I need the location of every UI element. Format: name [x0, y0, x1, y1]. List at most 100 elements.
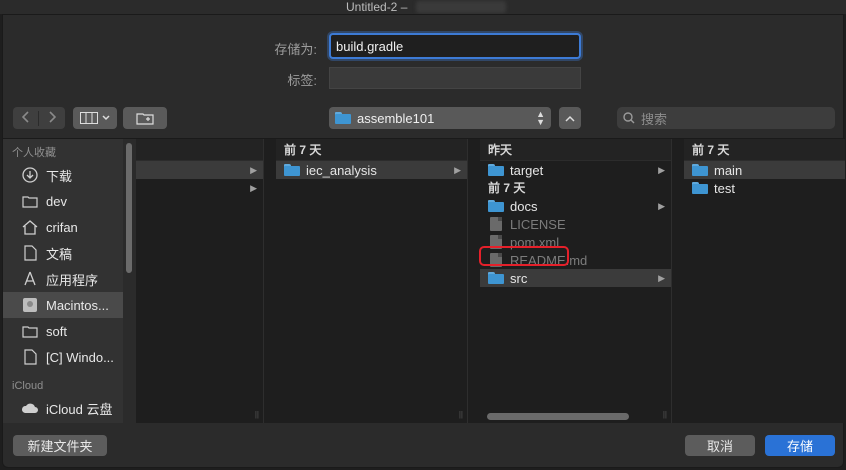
folder-icon — [692, 164, 708, 176]
search-placeholder: 搜索 — [641, 111, 668, 127]
folder-icon — [335, 112, 351, 124]
folder-badge-icon — [136, 113, 154, 125]
item-label: docs — [510, 198, 538, 214]
sidebar-item-macintosh[interactable]: Macintos... — [3, 292, 123, 318]
title-redacted — [416, 1, 506, 13]
sidebar-item-dev[interactable]: dev — [3, 188, 123, 214]
list-item[interactable]: main — [684, 161, 845, 179]
column-header: 昨天 — [480, 139, 671, 161]
file-icon — [490, 217, 502, 231]
folder-icon — [21, 322, 39, 340]
folder-icon — [692, 182, 708, 194]
chevron-right-icon: ▶ — [658, 164, 665, 175]
resize-grip-icon[interactable]: || — [255, 410, 259, 419]
download-icon — [21, 166, 39, 184]
columns-view-icon — [80, 112, 98, 124]
list-item[interactable]: ▶ — [136, 161, 263, 179]
column-header: 前 7 天 — [276, 139, 467, 161]
save-as-label: 存储为: — [274, 42, 317, 57]
sidebar-item-windows[interactable]: [C] Windo... — [3, 344, 123, 370]
list-item: LICENSE — [480, 215, 671, 233]
column-3: 昨天 target ▶ 前 7 天 docs ▶ LICENSE pom.xml — [480, 139, 672, 423]
tags-label: 标签: — [287, 73, 317, 88]
save-as-field[interactable] — [329, 33, 581, 59]
icloud-header: iCloud — [12, 380, 44, 392]
sidebar-item-applications[interactable]: 应用程序 — [3, 266, 123, 292]
sidebar-item-downloads[interactable]: 下载 — [3, 162, 123, 188]
collapse-button[interactable] — [559, 107, 581, 129]
disk-icon — [21, 296, 39, 314]
new-folder-toolbar-button[interactable] — [123, 107, 167, 129]
list-item[interactable]: src ▶ — [480, 269, 671, 287]
chevron-right-icon: ▶ — [250, 182, 257, 193]
chevron-right-icon: ▶ — [658, 200, 665, 211]
chevron-up-icon — [565, 115, 575, 122]
list-item[interactable]: ▶ — [136, 179, 263, 197]
nav-buttons — [13, 107, 65, 129]
view-mode-button[interactable] — [73, 107, 117, 129]
list-item[interactable]: docs ▶ — [480, 197, 671, 215]
save-button[interactable]: 存储 — [765, 435, 835, 456]
sidebar-item-label: iCloud 云盘 — [46, 401, 113, 417]
item-label: src — [510, 270, 528, 286]
list-item[interactable]: target ▶ — [480, 161, 671, 179]
chevron-right-icon: ▶ — [454, 164, 461, 175]
chevron-left-icon — [21, 110, 29, 123]
chevron-right-icon — [49, 110, 57, 123]
location-label: assemble101 — [357, 110, 435, 126]
cloud-icon — [21, 399, 39, 417]
sidebar-item-icloud-drive[interactable]: iCloud 云盘 — [3, 395, 123, 421]
sidebar-item-crifan[interactable]: crifan — [3, 214, 123, 240]
new-folder-button[interactable]: 新建文件夹 — [13, 435, 107, 456]
folder-icon — [488, 164, 504, 176]
column-1: ▶ ▶ || — [136, 139, 264, 423]
item-label: test — [714, 180, 735, 196]
folder-icon — [21, 192, 39, 210]
list-item[interactable]: iec_analysis ▶ — [276, 161, 467, 179]
column-header — [136, 139, 263, 161]
sidebar-item-label: 下载 — [46, 168, 73, 184]
folder-icon — [284, 164, 300, 176]
column-2: 前 7 天 iec_analysis ▶ || — [276, 139, 468, 423]
folder-icon — [488, 272, 504, 284]
column-browser: ▶ ▶ || 前 7 天 iec_analysis ▶ || 昨天 target… — [136, 139, 845, 423]
item-label: iec_analysis — [306, 162, 377, 178]
chevron-right-icon: ▶ — [250, 164, 257, 175]
sidebar-item-label: crifan — [46, 219, 78, 235]
window-title: Untitled-2 – — [346, 0, 408, 14]
sidebar-item-label: soft — [46, 323, 67, 339]
chevron-right-icon: ▶ — [658, 272, 665, 283]
sidebar-item-label: [C] Windo... — [46, 349, 114, 365]
resize-grip-icon[interactable]: || — [459, 410, 463, 419]
sidebar: 个人收藏 下载 dev crifan 文稿 应用程序 Macintos... s… — [3, 139, 123, 423]
column-4: 前 7 天 main test — [684, 139, 845, 423]
horizontal-scrollbar[interactable] — [487, 413, 629, 420]
cancel-button[interactable]: 取消 — [685, 435, 755, 456]
home-icon — [21, 218, 39, 236]
document-icon — [21, 244, 39, 262]
location-popup[interactable]: assemble101 ▲ ▼ — [329, 107, 551, 129]
tags-field[interactable] — [329, 67, 581, 89]
annotation-highlight — [479, 246, 569, 266]
sidebar-item-label: 应用程序 — [46, 272, 99, 288]
favorites-header: 个人收藏 — [12, 147, 56, 159]
search-icon — [623, 112, 635, 124]
chevron-down-icon — [102, 115, 110, 121]
save-dialog: 存储为: 标签: assemble101 ▲▼ 搜索 个人收藏 下载 — [2, 14, 845, 468]
sidebar-scrollbar[interactable] — [126, 143, 132, 273]
sidebar-item-documents[interactable]: 文稿 — [3, 240, 123, 266]
list-item[interactable]: test — [684, 179, 845, 197]
back-button[interactable] — [13, 110, 39, 126]
title-bar: Untitled-2 – — [0, 0, 846, 14]
forward-button[interactable] — [39, 110, 65, 126]
updown-arrows-icon: ▲ ▼ — [536, 109, 545, 127]
sidebar-item-label: Macintos... — [46, 297, 109, 313]
item-label: main — [714, 162, 743, 178]
resize-grip-icon[interactable]: || — [663, 410, 667, 419]
folder-icon — [488, 200, 504, 212]
column-header: 前 7 天 — [684, 139, 845, 161]
item-label: target — [510, 162, 544, 178]
search-field[interactable]: 搜索 — [617, 107, 835, 129]
sidebar-item-soft[interactable]: soft — [3, 318, 123, 344]
sidebar-item-label: 文稿 — [46, 246, 73, 262]
